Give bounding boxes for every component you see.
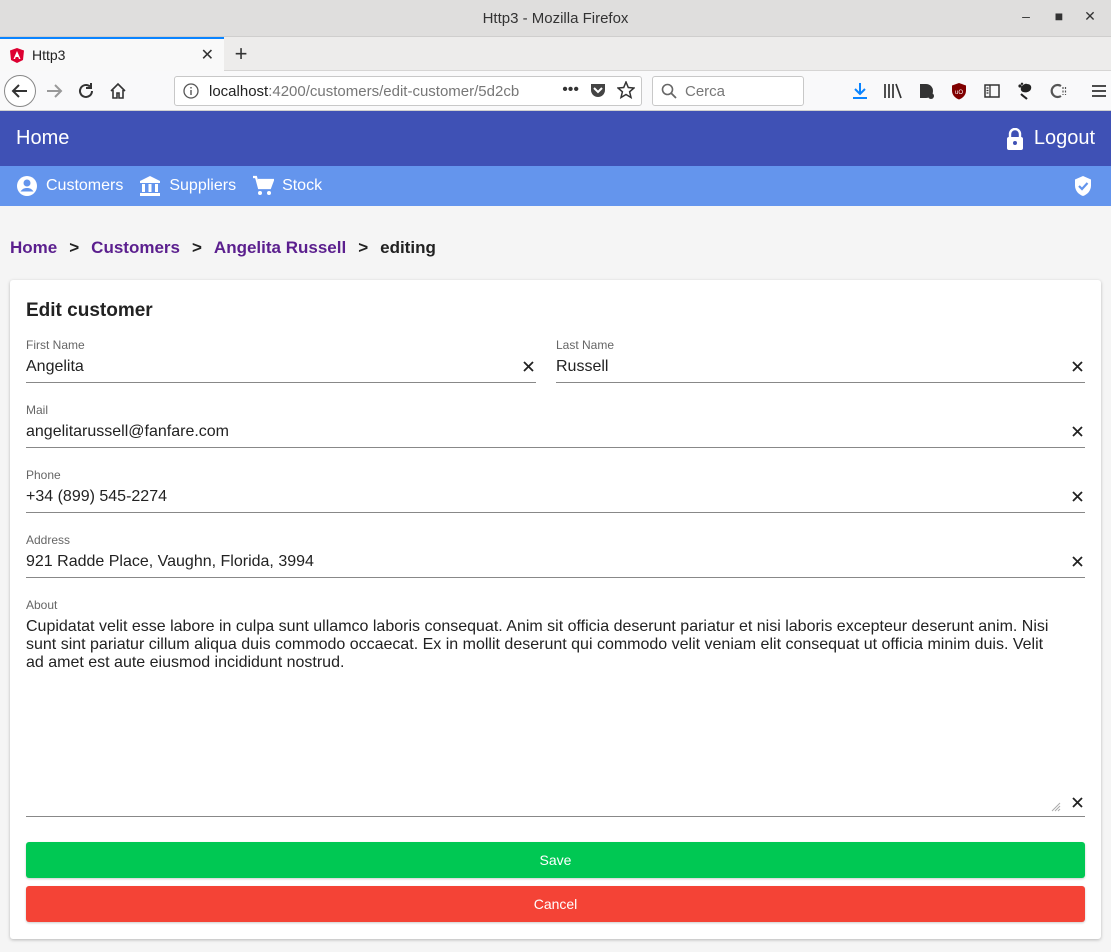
app-toolbar: Home Logout <box>0 111 1111 166</box>
last-name-input[interactable]: Russell <box>556 358 608 376</box>
minimize-button[interactable]: – <box>1016 8 1036 24</box>
about-field[interactable]: About Cupidatat velit esse labore in cul… <box>26 598 1085 817</box>
reload-icon <box>79 83 93 98</box>
address-label: Address <box>26 533 71 547</box>
home-button[interactable] <box>104 77 132 105</box>
verified-shield-icon <box>1075 176 1091 196</box>
menu-icon[interactable] <box>1089 81 1109 101</box>
forward-button[interactable] <box>40 77 68 105</box>
home-link[interactable]: Home <box>16 127 69 150</box>
lock-icon <box>1006 127 1023 150</box>
section-nav: Customers Suppliers Stock <box>0 166 1111 206</box>
address-input[interactable]: 921 Radde Place, Vaughn, Florida, 3994 <box>26 553 314 571</box>
maximize-button[interactable]: ■ <box>1049 8 1069 24</box>
back-button[interactable] <box>4 75 36 107</box>
edit-customer-card: Edit customer First Name Angelita Last N… <box>10 280 1101 939</box>
save-button[interactable]: Save <box>26 842 1085 878</box>
navigation-toolbar: localhost:4200/customers/edit-customer/5… <box>0 71 1111 111</box>
search-bar[interactable]: Cerca <box>652 76 804 106</box>
extension-d-icon[interactable] <box>916 81 936 101</box>
cancel-button[interactable]: Cancel <box>26 886 1085 922</box>
bookmark-star-icon[interactable] <box>617 81 635 99</box>
browser-tab[interactable]: Http3 ✕ <box>0 37 224 71</box>
first-name-label: First Name <box>26 338 85 352</box>
sidebar-icon[interactable] <box>982 81 1002 101</box>
form-title: Edit customer <box>26 300 153 321</box>
close-tab-icon[interactable]: ✕ <box>201 45 214 65</box>
url-text[interactable]: localhost:4200/customers/edit-customer/5… <box>209 83 529 100</box>
search-placeholder: Cerca <box>685 82 726 100</box>
breadcrumb-home[interactable]: Home <box>10 238 57 258</box>
extension-c-icon[interactable] <box>1048 81 1068 101</box>
last-name-field[interactable]: Last Name Russell <box>556 338 1085 383</box>
breadcrumb-current: editing <box>380 238 436 257</box>
mail-input[interactable]: angelitarussell@fanfare.com <box>26 423 229 441</box>
nav-label-stock: Stock <box>282 177 323 194</box>
address-field[interactable]: Address 921 Radde Place, Vaughn, Florida… <box>26 533 1085 578</box>
arrow-right-icon <box>47 84 63 98</box>
angular-icon <box>10 47 24 63</box>
gnome-icon[interactable] <box>1015 81 1035 101</box>
phone-label: Phone <box>26 468 61 482</box>
first-name-field[interactable]: First Name Angelita <box>26 338 536 383</box>
clear-phone-icon[interactable] <box>1069 488 1085 504</box>
page-actions-icon[interactable]: ••• <box>562 81 579 99</box>
svg-text:uO: uO <box>955 90 963 96</box>
clear-last-name-icon[interactable] <box>1069 358 1085 374</box>
tab-strip: Http3 ✕ + <box>0 37 1111 71</box>
nav-label-suppliers: Suppliers <box>169 177 237 194</box>
clear-about-icon[interactable] <box>1069 794 1085 810</box>
reload-button[interactable] <box>72 77 100 105</box>
nav-item-customers[interactable]: Customers <box>16 175 123 197</box>
last-name-label: Last Name <box>556 338 615 352</box>
phone-input[interactable]: +34 (899) 545-2274 <box>26 488 167 506</box>
mail-label: Mail <box>26 403 49 417</box>
info-icon[interactable] <box>183 83 199 99</box>
search-icon <box>661 83 677 99</box>
logout-button[interactable]: Logout <box>1006 127 1095 150</box>
resize-grip-icon[interactable] <box>1051 802 1061 812</box>
arrow-left-icon <box>11 84 27 98</box>
url-bar[interactable]: localhost:4200/customers/edit-customer/5… <box>174 76 642 106</box>
logout-label: Logout <box>1033 127 1095 149</box>
pocket-icon[interactable] <box>589 81 607 99</box>
breadcrumb-separator: > <box>191 238 202 257</box>
breadcrumb-separator: > <box>358 238 369 257</box>
phone-field[interactable]: Phone +34 (899) 545-2274 <box>26 468 1085 513</box>
about-textarea[interactable]: Cupidatat velit esse labore in culpa sun… <box>26 618 1059 672</box>
library-icon[interactable] <box>883 81 903 101</box>
close-window-button[interactable]: ✕ <box>1080 8 1100 25</box>
nav-item-stock[interactable]: Stock <box>252 175 322 197</box>
tab-title: Http3 <box>32 47 66 63</box>
clear-address-icon[interactable] <box>1069 553 1085 569</box>
clear-first-name-icon[interactable] <box>520 358 536 374</box>
breadcrumb-customers[interactable]: Customers <box>91 238 180 258</box>
nav-label-customers: Customers <box>46 177 124 194</box>
account-circle-icon <box>17 176 37 196</box>
downloads-icon[interactable] <box>850 81 870 101</box>
breadcrumb: Home > Customers > Angelita Russell > ed… <box>10 238 436 258</box>
ublock-icon[interactable]: uO <box>949 81 969 101</box>
breadcrumb-separator: > <box>69 238 80 257</box>
first-name-input[interactable]: Angelita <box>26 358 84 376</box>
window-title: Http3 - Mozilla Firefox <box>482 10 629 27</box>
breadcrumb-customer[interactable]: Angelita Russell <box>214 238 346 258</box>
bank-icon <box>140 176 161 196</box>
home-icon <box>110 82 126 99</box>
window-titlebar: Http3 - Mozilla Firefox – ■ ✕ <box>0 0 1111 37</box>
about-label: About <box>26 598 58 612</box>
new-tab-button[interactable]: + <box>230 41 252 67</box>
nav-item-suppliers[interactable]: Suppliers <box>139 175 236 197</box>
shopping-cart-icon <box>253 175 275 195</box>
clear-mail-icon[interactable] <box>1069 423 1085 439</box>
mail-field[interactable]: Mail angelitarussell@fanfare.com <box>26 403 1085 448</box>
